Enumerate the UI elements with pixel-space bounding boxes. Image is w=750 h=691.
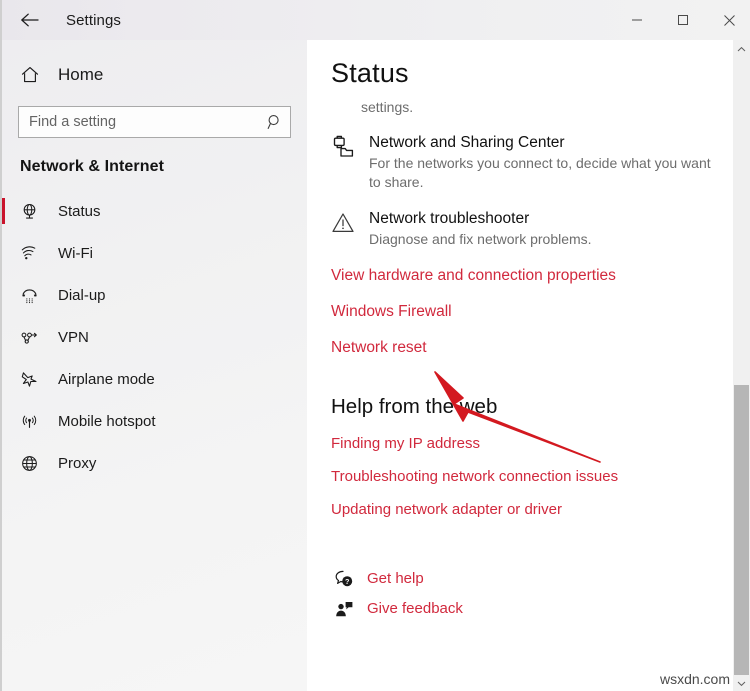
chevron-up-icon [737,40,746,58]
globe-status-icon [20,202,46,221]
link-view-hardware-properties[interactable]: View hardware and connection properties [331,267,616,285]
sidebar-item-dial-up[interactable]: Dial-up [2,274,307,316]
scrollbar-thumb[interactable] [734,385,749,675]
svg-text:?: ? [345,577,349,586]
airplane-icon [20,370,46,389]
sidebar-item-label: Dial-up [58,286,106,304]
sidebar-item-mobile-hotspot[interactable]: Mobile hotspot [2,400,307,442]
link-network-reset[interactable]: Network reset [331,339,427,357]
search-input[interactable] [19,107,260,137]
sidebar-item-label: Airplane mode [58,370,155,388]
feature-desc: Diagnose and fix network problems. [369,231,592,247]
sidebar-item-label: Status [58,202,101,220]
sidebar-item-proxy[interactable]: Proxy [2,442,307,484]
vpn-icon [20,328,46,347]
globe-icon [20,454,46,473]
give-feedback-label: Give feedback [367,600,463,617]
search-icon [260,113,290,131]
weblink-finding-my-ip-address[interactable]: Finding my IP address [331,435,480,452]
minimize-button[interactable] [614,0,660,40]
sidebar-item-label: Mobile hotspot [58,412,156,430]
hotspot-icon [20,412,46,431]
sidebar-item-vpn[interactable]: VPN [2,316,307,358]
back-button[interactable] [8,3,52,37]
maximize-button[interactable] [660,0,706,40]
sidebar-item-airplane-mode[interactable]: Airplane mode [2,358,307,400]
scroll-up-button[interactable] [733,40,750,57]
sidebar-item-label: Wi-Fi [58,244,93,262]
sidebar-item-home[interactable]: Home [2,56,307,94]
settings-window: Settings Home Find a setting Network & I… [0,0,750,691]
maximize-icon [677,14,689,26]
get-help-label: Get help [367,570,424,587]
feature-title: Network troubleshooter [369,210,530,227]
minimize-icon [631,14,643,26]
sidebar-item-label: VPN [58,328,89,346]
close-icon [723,14,736,27]
home-label: Home [58,65,104,84]
sidebar-category-title: Network & Internet [20,158,165,175]
wifi-icon [20,244,46,263]
scroll-down-button[interactable] [733,674,750,691]
window-title: Settings [66,11,121,29]
home-icon [20,65,48,85]
close-button[interactable] [706,0,750,40]
sidebar-item-status[interactable]: Status [2,190,307,232]
give-feedback-icon [331,599,357,619]
page-title: Status [331,58,409,88]
get-help-button[interactable]: ? Get help [331,564,424,594]
sidebar-item-label: Proxy [58,454,97,472]
main-content: Status settings. Network and Sharing Cen… [309,40,750,691]
link-windows-firewall[interactable]: Windows Firewall [331,303,452,321]
window-controls [614,0,750,40]
sidebar-item-wi-fi[interactable]: Wi-Fi [2,232,307,274]
chevron-down-icon [737,674,746,691]
help-section-heading: Help from the web [331,394,498,418]
network-troubleshooter-item[interactable]: Network troubleshooter Diagnose and fix … [331,209,750,249]
weblink-updating-network-adapter-or-driver[interactable]: Updating network adapter or driver [331,501,562,518]
weblink-troubleshooting-network-connection-issues[interactable]: Troubleshooting network connection issue… [331,468,618,485]
main-scrollbar[interactable] [733,40,750,691]
dialup-phone-icon [20,286,46,305]
feature-desc: For the networks you connect to, decide … [369,155,711,190]
warning-triangle-icon [331,209,361,249]
give-feedback-button[interactable]: Give feedback [331,594,463,624]
back-arrow-icon [20,12,40,28]
sidebar: Home Network & Internet [2,40,307,691]
sidebar-nav: Status Wi-Fi Dial-up VPN Airplane mode M… [2,190,307,484]
search-box[interactable] [18,106,291,138]
title-bar: Settings [2,0,750,40]
watermark: wsxdn.com [659,671,730,687]
get-help-icon: ? [331,569,357,589]
network-sharing-center-item[interactable]: Network and Sharing Center For the netwo… [331,133,750,191]
feature-title: Network and Sharing Center [369,134,565,151]
intro-text: settings. [361,99,414,115]
network-sharing-icon [331,133,361,191]
